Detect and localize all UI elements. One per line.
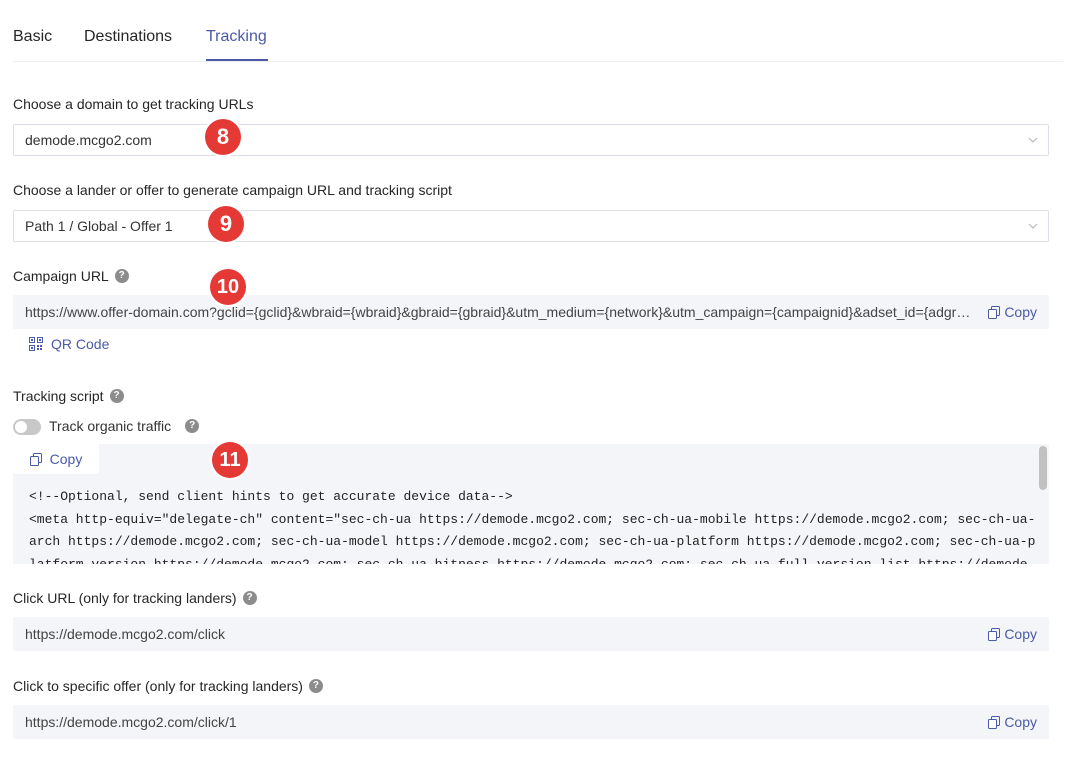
- campaign-url-copy-button[interactable]: Copy: [988, 304, 1037, 320]
- specific-offer-label-text: Click to specific offer (only for tracki…: [13, 678, 303, 694]
- help-icon[interactable]: ?: [185, 419, 200, 433]
- domain-select[interactable]: demode.mcgo2.com: [13, 124, 1049, 156]
- track-organic-label-text: Track organic traffic: [49, 418, 172, 434]
- help-icon[interactable]: ?: [114, 269, 129, 283]
- campaign-url-copy-label: Copy: [1004, 304, 1037, 320]
- click-url-field[interactable]: https://demode.mcgo2.com/click Copy: [13, 617, 1049, 651]
- qr-code-icon: [29, 337, 43, 351]
- tracking-script-code: <!--Optional, send client hints to get a…: [29, 489, 1036, 564]
- specific-offer-label: Click to specific offer (only for tracki…: [13, 678, 323, 694]
- qr-code-button[interactable]: QR Code: [29, 336, 109, 352]
- toggle-knob: [15, 421, 27, 433]
- help-icon[interactable]: ?: [242, 591, 257, 605]
- tracking-script-label-text: Tracking script: [13, 388, 104, 404]
- click-url-value: https://demode.mcgo2.com/click: [25, 626, 225, 642]
- tracking-script-copy-button[interactable]: Copy: [13, 444, 99, 474]
- lander-select[interactable]: Path 1 / Global - Offer 1: [13, 210, 1049, 242]
- copy-icon: [29, 452, 42, 466]
- lander-select-value: Path 1 / Global - Offer 1: [25, 218, 173, 234]
- annotation-badge: 9: [208, 206, 244, 242]
- tracking-script-box[interactable]: Copy <!--Optional, send client hints to …: [13, 444, 1049, 564]
- click-url-copy-button[interactable]: Copy: [988, 626, 1037, 642]
- tab-basic[interactable]: Basic: [13, 28, 52, 46]
- track-organic-toggle[interactable]: [13, 419, 41, 435]
- specific-offer-copy-label: Copy: [1004, 714, 1037, 730]
- click-url-copy-label: Copy: [1004, 626, 1037, 642]
- campaign-url-label: Campaign URL ?: [13, 268, 129, 284]
- copy-icon: [988, 715, 1001, 729]
- annotation-badge: 11: [212, 442, 248, 478]
- domain-select-value: demode.mcgo2.com: [25, 132, 152, 148]
- help-icon[interactable]: ?: [308, 679, 323, 693]
- copy-icon: [988, 627, 1001, 641]
- help-icon[interactable]: ?: [109, 389, 124, 403]
- specific-offer-field[interactable]: https://demode.mcgo2.com/click/1 Copy: [13, 705, 1049, 739]
- tracking-script-label: Tracking script ?: [13, 388, 124, 404]
- chevron-down-icon: [1028, 137, 1038, 143]
- campaign-url-label-text: Campaign URL: [13, 268, 109, 284]
- domain-label: Choose a domain to get tracking URLs: [13, 96, 253, 112]
- annotation-badge: 8: [205, 119, 241, 155]
- annotation-badge: 10: [210, 269, 246, 305]
- track-organic-label: Track organic traffic ?: [49, 418, 200, 434]
- tab-tracking[interactable]: Tracking: [206, 28, 267, 46]
- specific-offer-copy-button[interactable]: Copy: [988, 714, 1037, 730]
- click-url-label-text: Click URL (only for tracking landers): [13, 590, 237, 606]
- click-url-label: Click URL (only for tracking landers) ?: [13, 590, 257, 606]
- chevron-down-icon: [1028, 223, 1038, 229]
- qr-code-label: QR Code: [51, 336, 110, 352]
- campaign-url-value: https://www.offer-domain.com?gclid={gcli…: [25, 304, 975, 320]
- lander-label: Choose a lander or offer to generate cam…: [13, 182, 452, 198]
- active-tab-indicator: [206, 59, 268, 61]
- scrollbar[interactable]: [1037, 444, 1049, 564]
- tab-destinations[interactable]: Destinations: [84, 28, 172, 46]
- scrollbar-thumb[interactable]: [1039, 446, 1047, 490]
- campaign-url-field[interactable]: https://www.offer-domain.com?gclid={gcli…: [13, 295, 1049, 329]
- lander-label-text: Choose a lander or offer to generate cam…: [13, 182, 452, 198]
- domain-label-text: Choose a domain to get tracking URLs: [13, 96, 254, 112]
- specific-offer-value: https://demode.mcgo2.com/click/1: [25, 714, 237, 730]
- tab-bar: Basic Destinations Tracking: [13, 0, 1063, 62]
- tracking-script-copy-label: Copy: [49, 451, 83, 467]
- copy-icon: [988, 305, 1001, 319]
